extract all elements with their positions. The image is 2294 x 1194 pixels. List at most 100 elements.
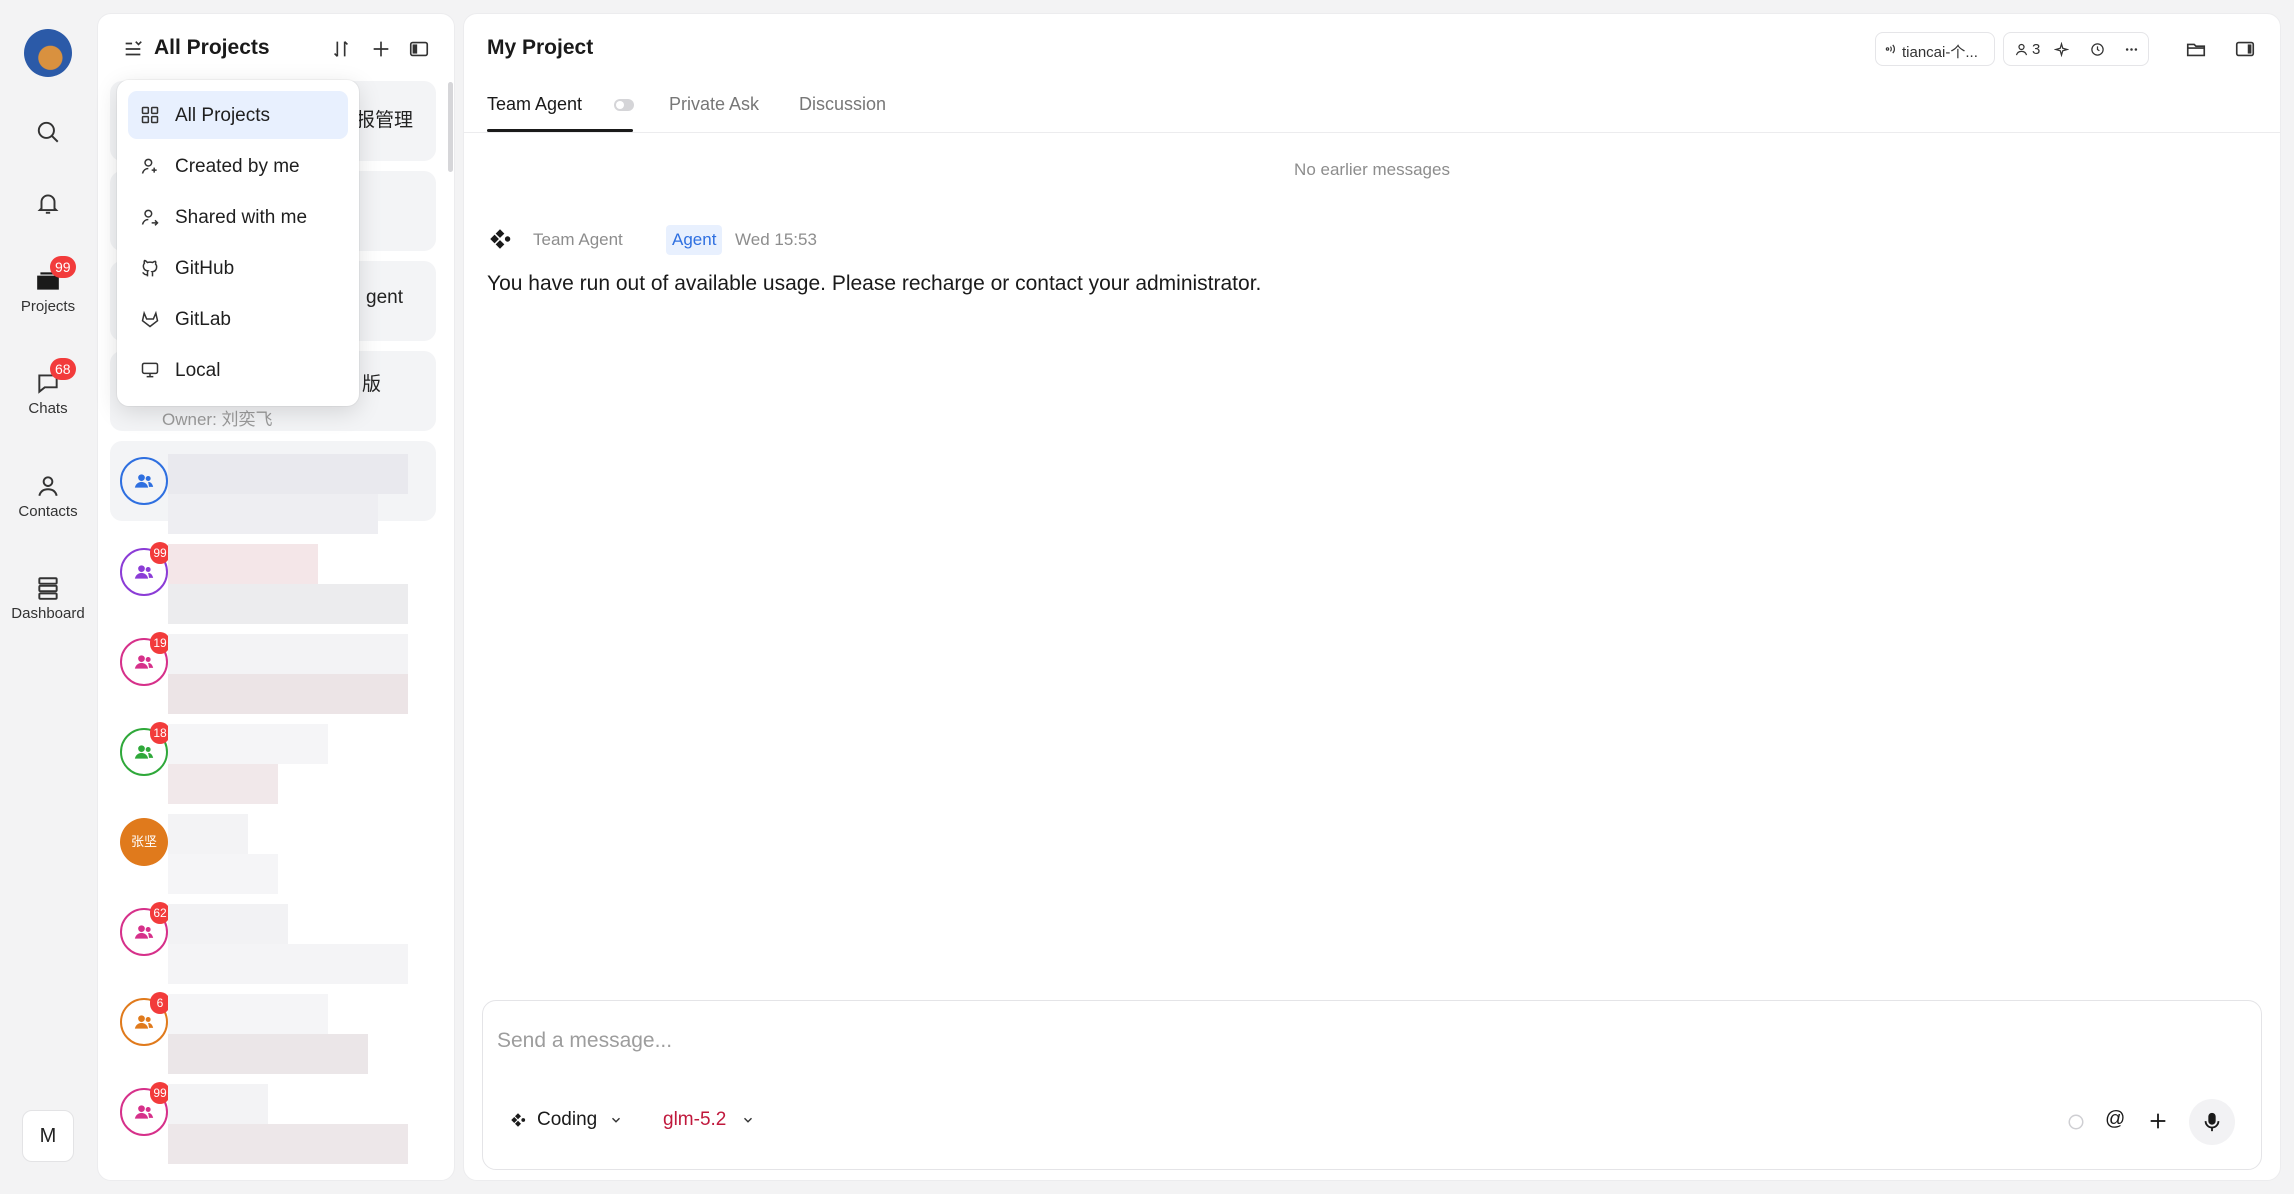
redacted-title: [168, 994, 408, 1074]
workspace-button[interactable]: M: [22, 1110, 74, 1162]
chevron-down-icon: [612, 1117, 620, 1123]
unread-badge: 6: [150, 992, 170, 1014]
no-earlier-messages: No earlier messages: [1294, 160, 1450, 179]
microphone-icon: [2204, 1112, 2220, 1132]
card-title: 版: [362, 374, 382, 395]
sort-icon[interactable]: [330, 38, 352, 60]
group-icon: [134, 1015, 154, 1029]
page-title: My Project: [487, 36, 594, 59]
project-tools: 3: [2003, 32, 2149, 66]
user-avatar[interactable]: 张坚: [120, 818, 168, 866]
rail-contacts[interactable]: Contacts: [0, 473, 96, 520]
group-icon: [134, 1105, 154, 1119]
group-icon: [134, 655, 154, 669]
github-icon: [142, 259, 158, 277]
person-icon: [38, 476, 58, 497]
person-icon[interactable]: [2014, 42, 2029, 57]
filter-local[interactable]: Local: [128, 346, 348, 394]
unread-badge: 62: [150, 902, 170, 924]
rail-label: Chats: [28, 400, 68, 417]
redacted-title: [168, 724, 408, 804]
project-filter-dropdown: All Projects Created by me Shared with m…: [117, 80, 359, 406]
unread-badge: 18: [150, 722, 170, 744]
status-circle-icon: [2068, 1114, 2084, 1130]
user-plus-icon: [141, 158, 157, 174]
project-avatar[interactable]: [120, 457, 168, 505]
grid-icon: [141, 106, 159, 124]
channel-pill[interactable]: tiancai-个...: [1875, 32, 1995, 66]
tab-discussion[interactable]: Discussion: [799, 94, 886, 115]
voice-button[interactable]: [2189, 1099, 2235, 1145]
chats-badge: 68: [50, 358, 76, 380]
unread-badge: 99: [150, 542, 170, 564]
dropdown-label: Local: [175, 360, 221, 381]
group-icon: [134, 474, 154, 488]
add-attachment-icon[interactable]: [2147, 1110, 2169, 1132]
unread-badge: 19: [150, 632, 170, 654]
user-share-icon: [141, 209, 159, 226]
redacted-title: [168, 544, 408, 624]
filter-gitlab[interactable]: GitLab: [128, 295, 348, 343]
collapse-panel-icon[interactable]: [408, 38, 430, 60]
model-label: glm-5.2: [663, 1109, 727, 1130]
message-time: Wed 15:53: [735, 230, 817, 249]
rail-label: Contacts: [18, 503, 78, 520]
side-panel-icon[interactable]: [2234, 38, 2256, 60]
tab-private-ask[interactable]: Private Ask: [669, 94, 759, 115]
folder-open-icon[interactable]: [2185, 38, 2207, 60]
mode-label: Coding: [537, 1109, 598, 1130]
redacted-title: [168, 454, 408, 534]
mention-button[interactable]: @: [2105, 1108, 2125, 1131]
tab-team-agent[interactable]: Team Agent: [487, 94, 582, 115]
scrollbar[interactable]: [448, 82, 453, 172]
group-icon: [134, 745, 154, 759]
unread-badge: 99: [150, 1082, 170, 1104]
message-sender: Team Agent: [533, 230, 623, 249]
stack-icon: [38, 577, 58, 600]
add-icon[interactable]: [370, 38, 392, 60]
more-icon[interactable]: [2124, 42, 2139, 57]
project-list-header: All Projects: [98, 14, 454, 86]
group-icon: [134, 925, 154, 939]
team-agent-toggle[interactable]: [614, 99, 634, 111]
rail-label: Dashboard: [11, 605, 85, 622]
filter-github[interactable]: GitHub: [128, 244, 348, 292]
dropdown-label: All Projects: [175, 105, 271, 126]
message-body: You have run out of available usage. Ple…: [487, 272, 1262, 295]
rail-notifications[interactable]: [0, 190, 96, 216]
redacted-title: [168, 904, 408, 984]
card-title: gent: [366, 287, 403, 308]
rail-label: Projects: [20, 298, 76, 315]
agent-logo-icon: [511, 1113, 526, 1127]
member-count[interactable]: 3: [2032, 41, 2040, 58]
gitlab-icon: [141, 310, 159, 328]
dropdown-label: GitHub: [175, 258, 235, 279]
project-filter-title[interactable]: All Projects: [154, 36, 270, 60]
rail-projects[interactable]: Projects 99: [0, 256, 96, 315]
filter-shared-with-me[interactable]: Shared with me: [128, 193, 348, 241]
card-owner: Owner: 刘奕飞: [162, 410, 273, 429]
rail-chats[interactable]: Chats 68: [0, 358, 96, 417]
rail-search[interactable]: [0, 119, 96, 145]
redacted-title: [168, 1084, 408, 1164]
sparkle-icon[interactable]: [2054, 42, 2069, 57]
chat-panel: My Project tiancai-个... 3 Team Agent Pri…: [463, 13, 2281, 1181]
rail-dashboard[interactable]: Dashboard: [0, 575, 96, 622]
filter-all-projects[interactable]: All Projects: [128, 91, 348, 139]
chevron-down-icon: [744, 1117, 752, 1123]
message-input[interactable]: [497, 1025, 1697, 1057]
dropdown-label: Created by me: [175, 156, 300, 177]
filter-list-icon[interactable]: [122, 38, 144, 60]
filter-created-by-me[interactable]: Created by me: [128, 142, 348, 190]
projects-badge: 99: [50, 256, 76, 278]
dropdown-label: GitLab: [175, 309, 231, 330]
tab-divider: [464, 132, 2280, 133]
left-rail: Projects 99 Chats 68 Contacts Dashboard …: [0, 0, 96, 1194]
redacted-title: [168, 634, 408, 714]
channel-label: tiancai-个...: [1902, 44, 1978, 61]
group-icon: [134, 565, 154, 579]
avatar[interactable]: [24, 29, 72, 77]
clock-icon[interactable]: [2090, 42, 2105, 57]
card-title: 报管理: [356, 110, 414, 131]
monitor-icon: [141, 362, 159, 378]
